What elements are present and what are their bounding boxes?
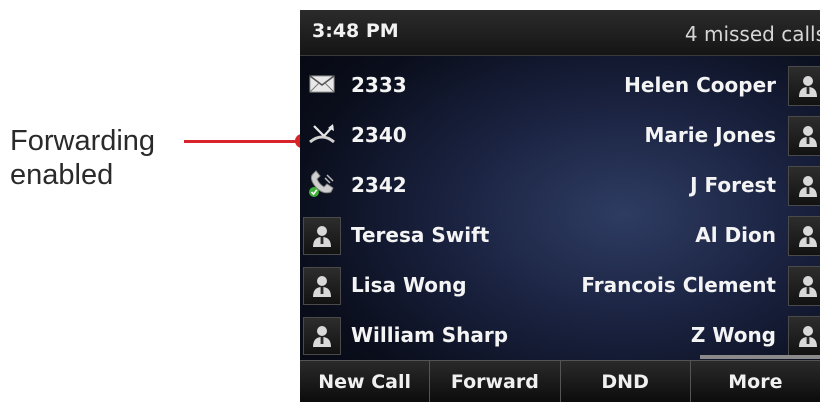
phone-screen: 3:48 PM 4 missed calls 2333 Helen Cooper [300, 10, 820, 402]
contact-key-j-forest[interactable] [788, 166, 820, 206]
line-row: 2333 Helen Cooper [300, 62, 820, 108]
line-row: 2340 Marie Jones [300, 112, 820, 158]
person-icon [798, 74, 818, 98]
contact-name: Z Wong [690, 323, 776, 347]
contact-name: Lisa Wong [351, 273, 467, 297]
line-label: 2340 [351, 123, 407, 147]
callout-pointer-line [184, 140, 301, 143]
more-page-indicator [700, 355, 820, 359]
contact-name: William Sharp [351, 323, 509, 347]
softkey-bar: New Call Forward DND More [300, 360, 820, 402]
line-label: 2342 [351, 173, 407, 197]
missed-calls-indicator[interactable]: 4 missed calls [685, 22, 820, 46]
contact-key-marie-jones[interactable] [788, 116, 820, 156]
contact-row: William Sharp Z Wong [300, 312, 820, 358]
person-icon [798, 174, 818, 198]
contact-name: Teresa Swift [351, 223, 490, 247]
line-key-2342[interactable] [303, 167, 341, 205]
more-softkey[interactable]: More [691, 361, 820, 402]
callout-line-1: Forwarding [10, 125, 156, 157]
contact-key-francois-clement[interactable] [788, 266, 820, 306]
person-icon [798, 124, 818, 148]
contact-key-lisa-wong[interactable] [303, 267, 341, 305]
forwarding-callout-label: Forwarding enabled [10, 124, 190, 192]
person-icon [798, 324, 818, 348]
contact-key-helen-cooper[interactable] [788, 66, 820, 106]
contact-key-teresa-swift[interactable] [303, 217, 341, 255]
contact-row: Lisa Wong Francois Clement [300, 262, 820, 308]
person-icon [312, 324, 332, 348]
contact-key-william-sharp[interactable] [303, 317, 341, 355]
clock: 3:48 PM [312, 20, 399, 42]
forward-softkey[interactable]: Forward [430, 361, 561, 402]
handset-icon [307, 170, 337, 202]
person-icon [798, 224, 818, 248]
contact-row: Teresa Swift Al Dion [300, 212, 820, 258]
callout-line-2: enabled [10, 159, 114, 191]
line-label: 2333 [351, 73, 407, 97]
contact-name: Al Dion [695, 223, 776, 247]
dnd-softkey[interactable]: DND [561, 361, 691, 402]
status-bar: 3:48 PM 4 missed calls [300, 10, 820, 56]
new-call-softkey[interactable]: New Call [300, 361, 431, 402]
line-key-2333[interactable] [303, 67, 341, 105]
contact-key-al-dion[interactable] [788, 216, 820, 256]
person-icon [798, 274, 818, 298]
line-key-2340[interactable] [303, 117, 341, 155]
person-icon [312, 274, 332, 298]
line-row: 2342 J Forest [300, 162, 820, 208]
envelope-icon [309, 74, 335, 98]
contact-name: J Forest [690, 173, 776, 197]
person-icon [312, 224, 332, 248]
contact-name: Francois Clement [581, 273, 776, 297]
contact-key-z-wong[interactable] [788, 316, 820, 356]
call-forward-icon [307, 122, 337, 150]
contact-name: Helen Cooper [624, 73, 776, 97]
contact-name: Marie Jones [644, 123, 776, 147]
